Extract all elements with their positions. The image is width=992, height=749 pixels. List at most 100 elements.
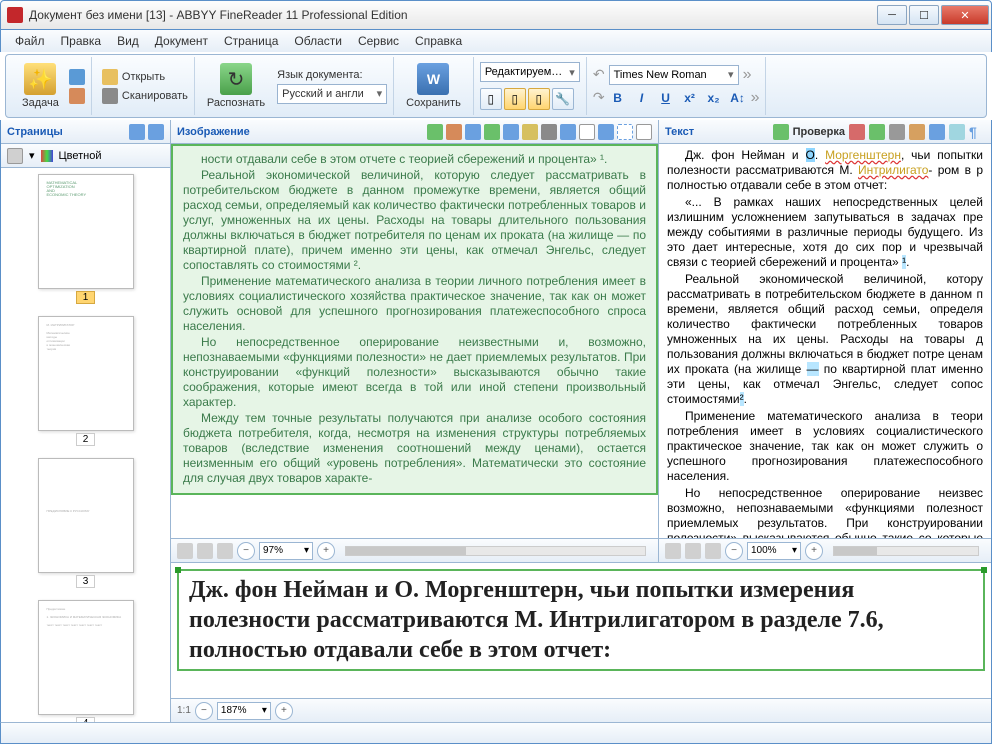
redo-button[interactable]: ↷ xyxy=(593,89,605,106)
menubar: Файл Правка Вид Документ Страница Област… xyxy=(0,30,992,52)
chevron-down-icon[interactable]: ▾ xyxy=(29,149,35,162)
pilcrow-icon[interactable]: ¶ xyxy=(969,124,985,140)
italic-button[interactable]: I xyxy=(631,88,653,108)
tool-icon[interactable] xyxy=(560,124,576,140)
text-header: Текст xyxy=(665,126,694,138)
scrollbar-horizontal[interactable] xyxy=(345,546,646,556)
zoom-in-button[interactable]: + xyxy=(317,542,335,560)
page-number[interactable]: 3 xyxy=(76,575,96,588)
menu-document[interactable]: Документ xyxy=(147,34,216,48)
menu-file[interactable]: Файл xyxy=(7,34,53,48)
color-icon xyxy=(41,150,53,162)
view-zoom-button[interactable]: 🔧 xyxy=(552,88,574,110)
close-icon[interactable] xyxy=(889,124,905,140)
menu-view[interactable]: Вид xyxy=(109,34,147,48)
view-mode-icon[interactable] xyxy=(7,148,23,164)
zoom-view[interactable]: Дж. фон Нейман и О. Моргенштерн, чьи поп… xyxy=(171,563,991,698)
area-table-icon[interactable] xyxy=(465,124,481,140)
underline-button[interactable]: U xyxy=(655,88,677,108)
page-remove-icon[interactable] xyxy=(148,124,164,140)
menu-help[interactable]: Справка xyxy=(407,34,470,48)
tool-icon[interactable] xyxy=(636,124,652,140)
flag2-icon[interactable] xyxy=(869,124,885,140)
page-add-icon[interactable] xyxy=(129,124,145,140)
page-number[interactable]: 1 xyxy=(76,291,96,304)
image-view[interactable]: ности отдавали себе в этом отчете с теор… xyxy=(171,144,658,538)
bottom-zoom-bar: 1:1 − 187%▾ + xyxy=(171,698,991,722)
text-panel: Текст Проверка ¶ Дж. фон Нейман и О xyxy=(659,120,991,562)
font-combo[interactable]: Times New Roman▾ xyxy=(609,65,739,85)
page-number[interactable]: 4 xyxy=(76,717,96,722)
app-icon xyxy=(7,7,23,23)
select-icon[interactable] xyxy=(598,124,614,140)
page-thumbnail[interactable]: Предисловие1. ЭКОНОМИКА И МАТЕМАТИЧЕСКАЯ… xyxy=(38,600,134,715)
menu-edit[interactable]: Правка xyxy=(53,34,110,48)
ratio-icon[interactable]: 1:1 xyxy=(177,705,191,716)
titlebar: Документ без имени [13] - ABBYY FineRead… xyxy=(0,0,992,30)
tool-icon[interactable] xyxy=(579,124,595,140)
view-text-button[interactable]: ▯ xyxy=(528,88,550,110)
superscript-button[interactable]: x² xyxy=(679,88,701,108)
fit-icon[interactable] xyxy=(177,543,193,559)
tool-icon[interactable] xyxy=(484,124,500,140)
task-label: Задача xyxy=(22,97,59,109)
fit-width-icon[interactable] xyxy=(197,543,213,559)
save-button[interactable]: W Сохранить xyxy=(400,61,467,111)
close-button[interactable]: ✕ xyxy=(941,5,989,25)
task-button[interactable]: ✨ Задача xyxy=(16,61,65,111)
subscript-button[interactable]: x₂ xyxy=(703,88,725,108)
text-zoom-bar: − 100%▾ + xyxy=(659,538,991,562)
fit-page-icon[interactable] xyxy=(705,543,721,559)
copy-icon[interactable] xyxy=(909,124,925,140)
fit-icon[interactable] xyxy=(665,543,681,559)
menu-page[interactable]: Страница xyxy=(216,34,286,48)
area-text-icon[interactable] xyxy=(427,124,443,140)
view-split-button[interactable]: ▯ xyxy=(504,88,526,110)
menu-tools[interactable]: Сервис xyxy=(350,34,407,48)
pages-panel: Страницы ▾ Цветной MATHEMATICALOPTIMIZAT… xyxy=(1,120,171,722)
doc-icon[interactable] xyxy=(69,69,85,85)
recognize-button[interactable]: ↻ Распознать xyxy=(201,61,271,111)
zoom-combo[interactable]: 97%▾ xyxy=(259,542,313,560)
page-thumbnail[interactable]: MATHEMATICALOPTIMIZATIONANDECONOMIC THEO… xyxy=(38,174,134,289)
flag-icon[interactable] xyxy=(849,124,865,140)
zoom-combo[interactable]: 100%▾ xyxy=(747,542,801,560)
pages-view-mode[interactable]: Цветной xyxy=(59,150,102,162)
open-button[interactable]: Открыть xyxy=(102,69,188,85)
font-size-button[interactable]: A↕ xyxy=(727,88,749,108)
fit-page-icon[interactable] xyxy=(217,543,233,559)
minimize-button[interactable]: ─ xyxy=(877,5,907,25)
language-combo[interactable]: Русский и англи▾ xyxy=(277,84,387,104)
bold-button[interactable]: B xyxy=(607,88,629,108)
page-thumbnail[interactable]: М. ИНТРИЛИГАТОРМатематическиеметодыоптим… xyxy=(38,316,134,431)
tool-icon[interactable] xyxy=(541,124,557,140)
maximize-button[interactable]: ☐ xyxy=(909,5,939,25)
menu-areas[interactable]: Области xyxy=(286,34,350,48)
tool-icon[interactable] xyxy=(503,124,519,140)
area-image-icon[interactable] xyxy=(446,124,462,140)
folder-icon[interactable] xyxy=(69,88,85,104)
edit-mode-combo[interactable]: Редактируем…▾ xyxy=(480,62,580,82)
text-view[interactable]: Дж. фон Нейман и О. Моргенштерн, чьи поп… xyxy=(659,144,991,538)
zoom-out-button[interactable]: − xyxy=(725,542,743,560)
zoom-out-button[interactable]: − xyxy=(237,542,255,560)
fit-width-icon[interactable] xyxy=(685,543,701,559)
more-icon[interactable]: » xyxy=(751,89,760,107)
view-icon[interactable] xyxy=(929,124,945,140)
check-label[interactable]: Проверка xyxy=(793,126,845,138)
zoom-in-button[interactable]: + xyxy=(275,702,293,720)
zoom-out-button[interactable]: − xyxy=(195,702,213,720)
more-icon[interactable]: » xyxy=(743,66,752,84)
zoom-in-button[interactable]: + xyxy=(805,542,823,560)
page-thumbnail[interactable]: ПРЕДИСЛОВИЕ К РУССКОМУ xyxy=(38,458,134,573)
view2-icon[interactable] xyxy=(949,124,965,140)
zoom-combo[interactable]: 187%▾ xyxy=(217,702,271,720)
page-number[interactable]: 2 xyxy=(76,433,96,446)
view-page-button[interactable]: ▯ xyxy=(480,88,502,110)
undo-button[interactable]: ↶ xyxy=(593,66,605,83)
image-header: Изображение xyxy=(177,126,250,138)
scan-button[interactable]: Сканировать xyxy=(102,88,188,104)
tool-icon[interactable] xyxy=(522,124,538,140)
scrollbar-horizontal[interactable] xyxy=(833,546,979,556)
crop-icon[interactable] xyxy=(617,124,633,140)
